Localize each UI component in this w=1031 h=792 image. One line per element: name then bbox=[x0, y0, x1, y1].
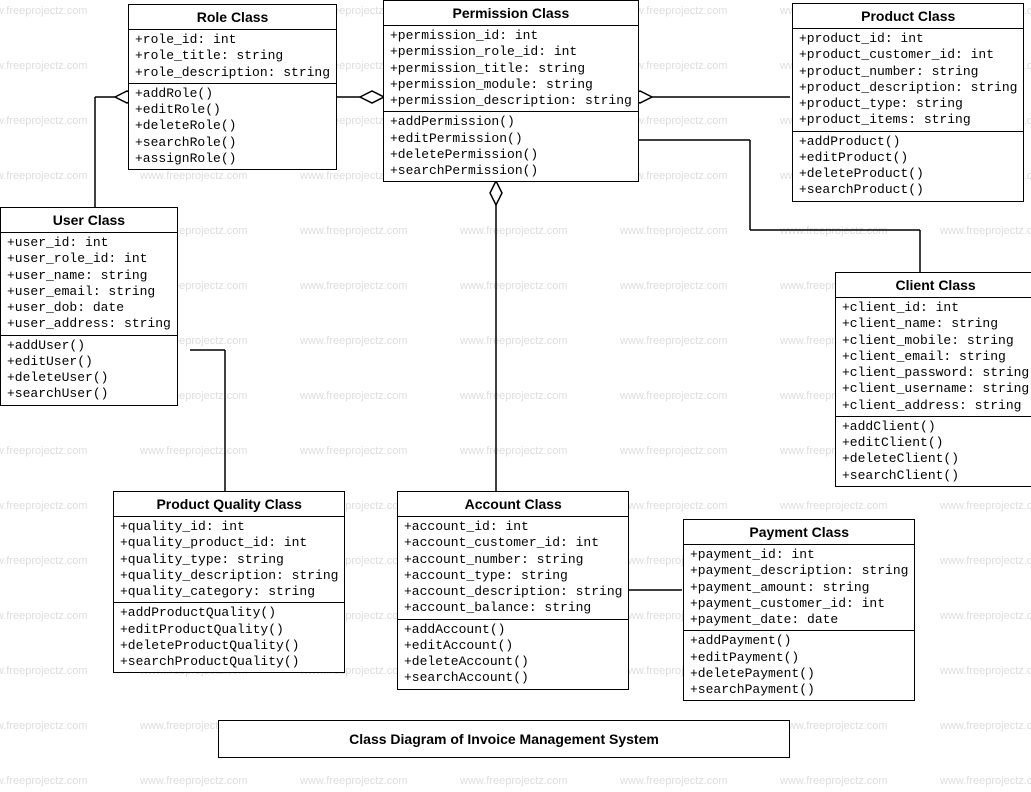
class-attrs: +client_id: int +client_name: string +cl… bbox=[836, 298, 1031, 417]
watermark: www.freeprojectz.com bbox=[620, 445, 728, 457]
watermark: www.freeprojectz.com bbox=[460, 390, 568, 402]
class-title: Account Class bbox=[398, 492, 628, 517]
watermark: www.freeprojectz.com bbox=[940, 610, 1031, 622]
watermark: www.freeprojectz.com bbox=[620, 280, 728, 292]
class-title: Client Class bbox=[836, 273, 1031, 298]
class-ops: +addClient() +editClient() +deleteClient… bbox=[836, 417, 1031, 486]
watermark: www.freeprojectz.com bbox=[780, 720, 888, 732]
class-user: User Class +user_id: int +user_role_id: … bbox=[0, 207, 178, 406]
class-title: Payment Class bbox=[684, 520, 914, 545]
watermark: www.freeprojectz.com bbox=[620, 225, 728, 237]
watermark: www.freeprojectz.com bbox=[0, 610, 88, 622]
watermark: www.freeprojectz.com bbox=[0, 720, 88, 732]
class-ops: +addRole() +editRole() +deleteRole() +se… bbox=[129, 84, 336, 169]
watermark: www.freeprojectz.com bbox=[0, 500, 88, 512]
watermark: www.freeprojectz.com bbox=[620, 390, 728, 402]
class-product: Product Class +product_id: int +product_… bbox=[792, 3, 1024, 202]
watermark: www.freeprojectz.com bbox=[140, 170, 248, 182]
watermark: www.freeprojectz.com bbox=[0, 445, 88, 457]
watermark: www.freeprojectz.com bbox=[300, 445, 408, 457]
watermark: www.freeprojectz.com bbox=[940, 665, 1031, 677]
class-attrs: +product_id: int +product_customer_id: i… bbox=[793, 29, 1023, 132]
watermark: www.freeprojectz.com bbox=[460, 280, 568, 292]
class-attrs: +payment_id: int +payment_description: s… bbox=[684, 545, 914, 631]
watermark: www.freeprojectz.com bbox=[940, 225, 1031, 237]
watermark: www.freeprojectz.com bbox=[460, 225, 568, 237]
watermark: www.freeprojectz.com bbox=[460, 445, 568, 457]
class-attrs: +user_id: int +user_role_id: int +user_n… bbox=[1, 233, 177, 336]
class-attrs: +quality_id: int +quality_product_id: in… bbox=[114, 517, 344, 603]
watermark: www.freeprojectz.com bbox=[940, 775, 1031, 787]
watermark: www.freeprojectz.com bbox=[300, 225, 408, 237]
class-title: Permission Class bbox=[384, 1, 638, 26]
watermark: www.freeprojectz.com bbox=[0, 555, 88, 567]
watermark: www.freeprojectz.com bbox=[0, 115, 88, 127]
watermark: www.freeprojectz.com bbox=[940, 555, 1031, 567]
watermark: www.freeprojectz.com bbox=[620, 500, 728, 512]
watermark: www.freeprojectz.com bbox=[780, 225, 888, 237]
watermark: www.freeprojectz.com bbox=[460, 335, 568, 347]
watermark: www.freeprojectz.com bbox=[0, 665, 88, 677]
class-role: Role Class +role_id: int +role_title: st… bbox=[128, 4, 337, 170]
class-ops: +addPayment() +editPayment() +deletePaym… bbox=[684, 631, 914, 700]
watermark: www.freeprojectz.com bbox=[940, 500, 1031, 512]
watermark: www.freeprojectz.com bbox=[0, 60, 88, 72]
watermark: www.freeprojectz.com bbox=[620, 335, 728, 347]
watermark: www.freeprojectz.com bbox=[780, 775, 888, 787]
class-permission: Permission Class +permission_id: int +pe… bbox=[383, 0, 639, 182]
watermark: www.freeprojectz.com bbox=[140, 445, 248, 457]
watermark: www.freeprojectz.com bbox=[940, 720, 1031, 732]
watermark: www.freeprojectz.com bbox=[0, 170, 88, 182]
class-attrs: +permission_id: int +permission_role_id:… bbox=[384, 26, 638, 112]
watermark: www.freeprojectz.com bbox=[140, 775, 248, 787]
watermark: www.freeprojectz.com bbox=[300, 775, 408, 787]
class-ops: +addProduct() +editProduct() +deleteProd… bbox=[793, 132, 1023, 201]
class-ops: +addAccount() +editAccount() +deleteAcco… bbox=[398, 620, 628, 689]
class-title: Product Quality Class bbox=[114, 492, 344, 517]
diagram-title: Class Diagram of Invoice Management Syst… bbox=[218, 720, 790, 758]
class-product-quality: Product Quality Class +quality_id: int +… bbox=[113, 491, 345, 673]
class-attrs: +account_id: int +account_customer_id: i… bbox=[398, 517, 628, 620]
watermark: www.freeprojectz.com bbox=[460, 775, 568, 787]
class-ops: +addUser() +editUser() +deleteUser() +se… bbox=[1, 336, 177, 405]
class-ops: +addProductQuality() +editProductQuality… bbox=[114, 603, 344, 672]
watermark: www.freeprojectz.com bbox=[300, 390, 408, 402]
class-title: Product Class bbox=[793, 4, 1023, 29]
watermark: www.freeprojectz.com bbox=[300, 335, 408, 347]
class-attrs: +role_id: int +role_title: string +role_… bbox=[129, 30, 336, 84]
class-title: User Class bbox=[1, 208, 177, 233]
class-payment: Payment Class +payment_id: int +payment_… bbox=[683, 519, 915, 701]
watermark: www.freeprojectz.com bbox=[300, 280, 408, 292]
watermark: www.freeprojectz.com bbox=[780, 500, 888, 512]
watermark: www.freeprojectz.com bbox=[0, 775, 88, 787]
class-ops: +addPermission() +editPermission() +dele… bbox=[384, 112, 638, 181]
class-title: Role Class bbox=[129, 5, 336, 30]
watermark: www.freeprojectz.com bbox=[0, 5, 88, 17]
class-account: Account Class +account_id: int +account_… bbox=[397, 491, 629, 690]
watermark: www.freeprojectz.com bbox=[620, 775, 728, 787]
class-client: Client Class +client_id: int +client_nam… bbox=[835, 272, 1031, 487]
